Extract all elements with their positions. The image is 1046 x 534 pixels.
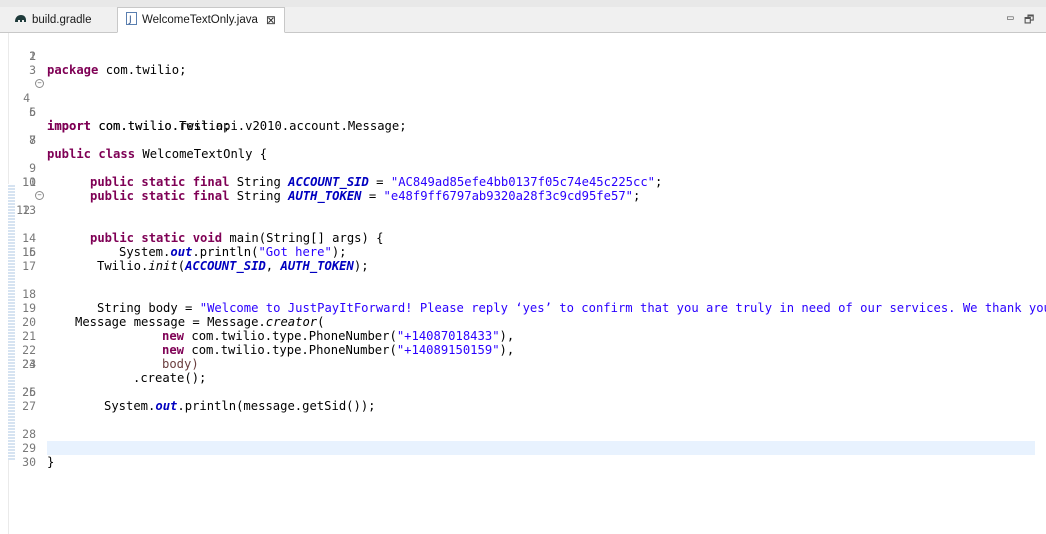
code-line: 18 String body = "Welcome to JustPayItFo… bbox=[0, 273, 1046, 315]
tab-welcome-text-only-java[interactable]: J WelcomeTextOnly.java ⊠ bbox=[117, 7, 285, 33]
line-number: 13 bbox=[22, 203, 36, 217]
code-line: 7 public class WelcomeTextOnly { bbox=[0, 119, 1046, 161]
gradle-elephant-icon bbox=[14, 13, 27, 27]
line-number: 27 bbox=[22, 399, 36, 413]
code-text: } bbox=[47, 455, 55, 469]
window-top-strip bbox=[0, 0, 1046, 7]
code-line: 28 } bbox=[0, 413, 1046, 455]
code-line: 10 public static final String AUTH_TOKEN… bbox=[0, 161, 1046, 203]
line-number: 3 bbox=[29, 63, 36, 77]
code-line: 1 package com.twilio; bbox=[0, 35, 1046, 77]
code-line: 20 new com.twilio.type.PhoneNumber("+140… bbox=[0, 301, 1046, 343]
editor-tab-bar: build.gradle J WelcomeTextOnly.java ⊠ ▭ … bbox=[0, 7, 1046, 33]
code-line: 22 body) bbox=[0, 329, 1046, 371]
code-line: 5 import com.twilio.rest.api.v2010.accou… bbox=[0, 91, 1046, 133]
code-line: 21 new com.twilio.type.PhoneNumber("+140… bbox=[0, 315, 1046, 357]
tab-label: build.gradle bbox=[32, 14, 92, 26]
code-line: 29 } bbox=[0, 427, 1046, 469]
code-line: 4 − import com.twilio.Twilio; bbox=[0, 77, 1046, 133]
code-line: 9 public static final String ACCOUNT_SID… bbox=[0, 147, 1046, 189]
line-number: 30 bbox=[22, 455, 36, 469]
fold-toggle-icon[interactable]: − bbox=[35, 191, 44, 200]
line-number: 26 bbox=[22, 385, 36, 399]
line-number: 24 bbox=[22, 357, 36, 371]
java-file-icon: J bbox=[126, 12, 137, 28]
line-number: 6 bbox=[29, 105, 36, 119]
close-tab-icon[interactable]: ⊠ bbox=[266, 13, 276, 27]
tab-build-gradle[interactable]: build.gradle bbox=[0, 7, 117, 33]
code-editor[interactable]: 1 package com.twilio; 2 3 4 − import com… bbox=[0, 33, 1046, 534]
tab-label: WelcomeTextOnly.java bbox=[142, 14, 258, 26]
code-line: 15 Twilio.init(ACCOUNT_SID, AUTH_TOKEN); bbox=[0, 231, 1046, 273]
current-line-highlight bbox=[47, 441, 1035, 455]
minimize-icon[interactable]: ▭ bbox=[1007, 11, 1014, 24]
restore-icon[interactable]: 🗗 bbox=[1024, 11, 1034, 30]
fold-toggle-icon[interactable]: − bbox=[35, 79, 44, 88]
code-line: 14 System.out.println("Got here"); bbox=[0, 217, 1046, 259]
line-number: 17 bbox=[22, 259, 36, 273]
svg-text:J: J bbox=[128, 15, 132, 25]
line-number: 11 bbox=[22, 175, 36, 189]
line-number: 16 bbox=[22, 245, 36, 259]
code-line: 12 − public static void main(String[] ar… bbox=[0, 189, 1046, 245]
current-line[interactable]: 30 bbox=[0, 441, 1046, 469]
code-line: 25 System.out.println(message.getSid()); bbox=[0, 371, 1046, 413]
code-line: 23 .create(); bbox=[0, 343, 1046, 385]
line-number: 2 bbox=[29, 49, 36, 63]
line-number: 8 bbox=[29, 133, 36, 147]
code-line: 19 Message message = Message.creator( bbox=[0, 287, 1046, 329]
